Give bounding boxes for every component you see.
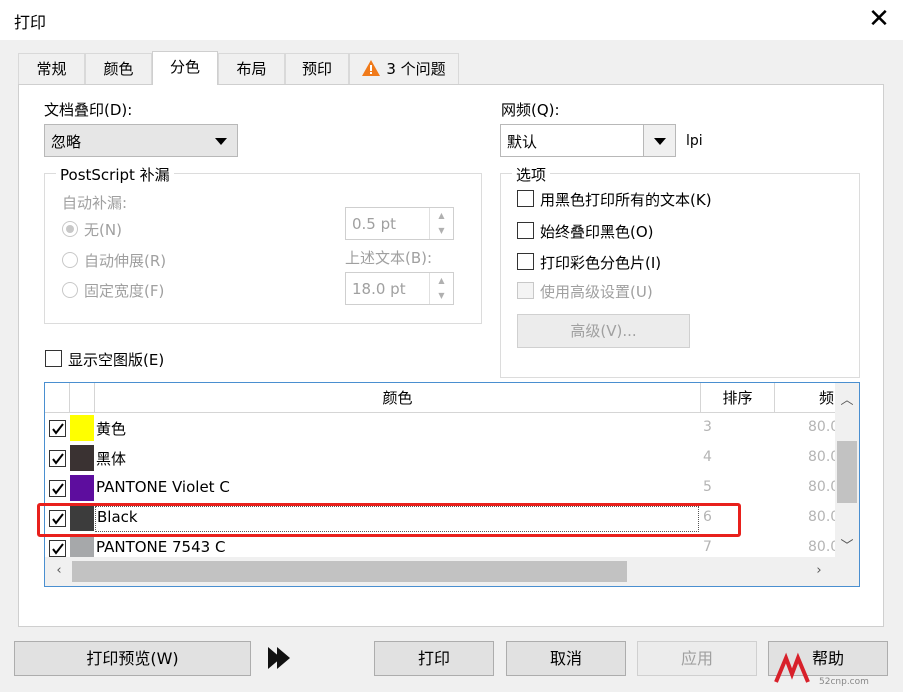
plates-list[interactable]: 颜色 排序 频 黄色 3 80.0 黑体 4 80.0 PANTONE Viol… <box>44 382 860 587</box>
plate-order: 3 <box>703 419 712 435</box>
tab-issues-label: 3 个问题 <box>386 60 446 78</box>
close-icon[interactable]: ✕ <box>864 4 894 34</box>
tab-prepress[interactable]: 预印 <box>285 53 349 84</box>
table-row[interactable]: 黄色 3 80.0 <box>45 413 839 443</box>
title-bar: 打印 ✕ <box>0 0 903 40</box>
above-text-spinner[interactable]: 18.0 pt ▲ ▼ <box>345 272 454 305</box>
postscript-trap-title: PostScript 补漏 <box>56 164 174 185</box>
warning-icon <box>362 56 381 86</box>
watermark-text: 52cnp.com <box>819 677 869 687</box>
chevron-down-icon <box>205 125 237 156</box>
above-text-value: 18.0 pt <box>352 280 406 298</box>
overprint-black-checkbox[interactable] <box>517 222 534 239</box>
advanced-settings-label: 使用高级设置(U) <box>540 283 653 301</box>
column-header-frequency[interactable]: 频 <box>775 383 837 413</box>
horizontal-scrollbar[interactable]: ‹ › <box>45 557 859 586</box>
overprint-value: 忽略 <box>51 133 82 151</box>
plate-name: 黄色 <box>96 420 127 438</box>
screen-frequency-value: 默认 <box>507 133 538 151</box>
tab-separations[interactable]: 分色 <box>152 51 218 85</box>
radio-fixed-width[interactable] <box>62 282 78 298</box>
above-text-label: 上述文本(B): <box>345 249 433 267</box>
column-header-check[interactable] <box>45 383 70 413</box>
row-checkbox[interactable] <box>49 450 66 467</box>
plate-name: 黑体 <box>96 450 127 468</box>
lpi-unit: lpi <box>686 133 703 149</box>
radio-none[interactable] <box>62 221 78 237</box>
print-preview-button[interactable]: 打印预览(W) <box>14 641 251 676</box>
show-empty-plates-checkbox[interactable] <box>45 350 62 367</box>
overprint-dropdown[interactable]: 忽略 <box>44 124 238 157</box>
trap-width-value: 0.5 pt <box>352 215 397 233</box>
vertical-scroll-thumb[interactable] <box>837 441 857 503</box>
print-color-seps-label: 打印彩色分色片(I) <box>540 254 662 272</box>
scroll-right-icon[interactable]: › <box>809 563 829 578</box>
scroll-left-icon[interactable]: ‹ <box>49 563 69 578</box>
row-checkbox[interactable] <box>49 480 66 497</box>
row-checkbox[interactable] <box>49 420 66 437</box>
advanced-settings-checkbox[interactable] <box>517 282 534 299</box>
color-swatch <box>70 445 94 471</box>
plate-order: 5 <box>703 479 712 495</box>
plate-order: 7 <box>703 539 712 555</box>
plate-name: PANTONE 7543 C <box>96 538 226 556</box>
play-icon[interactable] <box>266 646 292 674</box>
cancel-button[interactable]: 取消 <box>506 641 626 676</box>
checkmark-icon <box>52 453 64 465</box>
table-row[interactable]: 黑体 4 80.0 <box>45 443 839 473</box>
show-empty-plates-label: 显示空图版(E) <box>68 351 165 369</box>
plate-order: 4 <box>703 449 712 465</box>
watermark-logo <box>772 650 812 692</box>
screen-frequency-label: 网频(Q): <box>501 101 560 119</box>
plate-name: PANTONE Violet C <box>96 478 230 496</box>
chevron-down-icon <box>643 125 675 156</box>
print-button[interactable]: 打印 <box>374 641 494 676</box>
overprint-label: 文档叠印(D): <box>44 101 133 119</box>
screen-frequency-dropdown[interactable]: 默认 <box>500 124 676 157</box>
color-swatch <box>70 415 94 441</box>
auto-trap-label: 自动补漏: <box>62 194 128 212</box>
spinner-arrows-icon: ▲ ▼ <box>429 208 453 239</box>
options-title: 选项 <box>512 164 551 185</box>
print-color-seps-checkbox[interactable] <box>517 253 534 270</box>
checkmark-icon <box>52 483 64 495</box>
checkmark-icon <box>52 423 64 435</box>
vertical-scrollbar[interactable]: ︿ ﹀ <box>835 383 859 557</box>
checkmark-icon <box>52 543 64 555</box>
color-swatch <box>70 475 94 501</box>
radio-fixed-width-label: 固定宽度(F) <box>84 282 165 300</box>
row-checkbox[interactable] <box>49 540 66 557</box>
highlight-box <box>37 503 741 537</box>
column-header-swatch[interactable] <box>70 383 95 413</box>
black-text-checkbox[interactable] <box>517 190 534 207</box>
radio-auto-spread-label: 自动伸展(R) <box>84 252 167 270</box>
tab-color[interactable]: 颜色 <box>85 53 152 84</box>
column-header-color[interactable]: 颜色 <box>95 383 701 413</box>
radio-auto-spread[interactable] <box>62 252 78 268</box>
apply-button[interactable]: 应用 <box>637 641 757 676</box>
scroll-down-icon[interactable]: ﹀ <box>837 535 857 554</box>
window-title: 打印 <box>14 13 47 32</box>
black-text-label: 用黑色打印所有的文本(K) <box>540 191 712 209</box>
horizontal-scroll-thumb[interactable] <box>72 561 627 582</box>
column-header-order[interactable]: 排序 <box>701 383 775 413</box>
tab-layout[interactable]: 布局 <box>218 53 285 84</box>
trap-width-spinner[interactable]: 0.5 pt ▲ ▼ <box>345 207 454 240</box>
spinner-arrows-icon: ▲ ▼ <box>429 273 453 304</box>
radio-none-label: 无(N) <box>84 221 122 239</box>
tab-issues[interactable]: 3 个问题 <box>349 53 459 84</box>
table-row[interactable]: PANTONE Violet C 5 80.0 <box>45 473 839 503</box>
overprint-black-label: 始终叠印黑色(O) <box>540 223 654 241</box>
scroll-up-icon[interactable]: ︿ <box>837 389 857 408</box>
tab-general[interactable]: 常规 <box>18 53 85 84</box>
advanced-button[interactable]: 高级(V)... <box>517 314 690 348</box>
